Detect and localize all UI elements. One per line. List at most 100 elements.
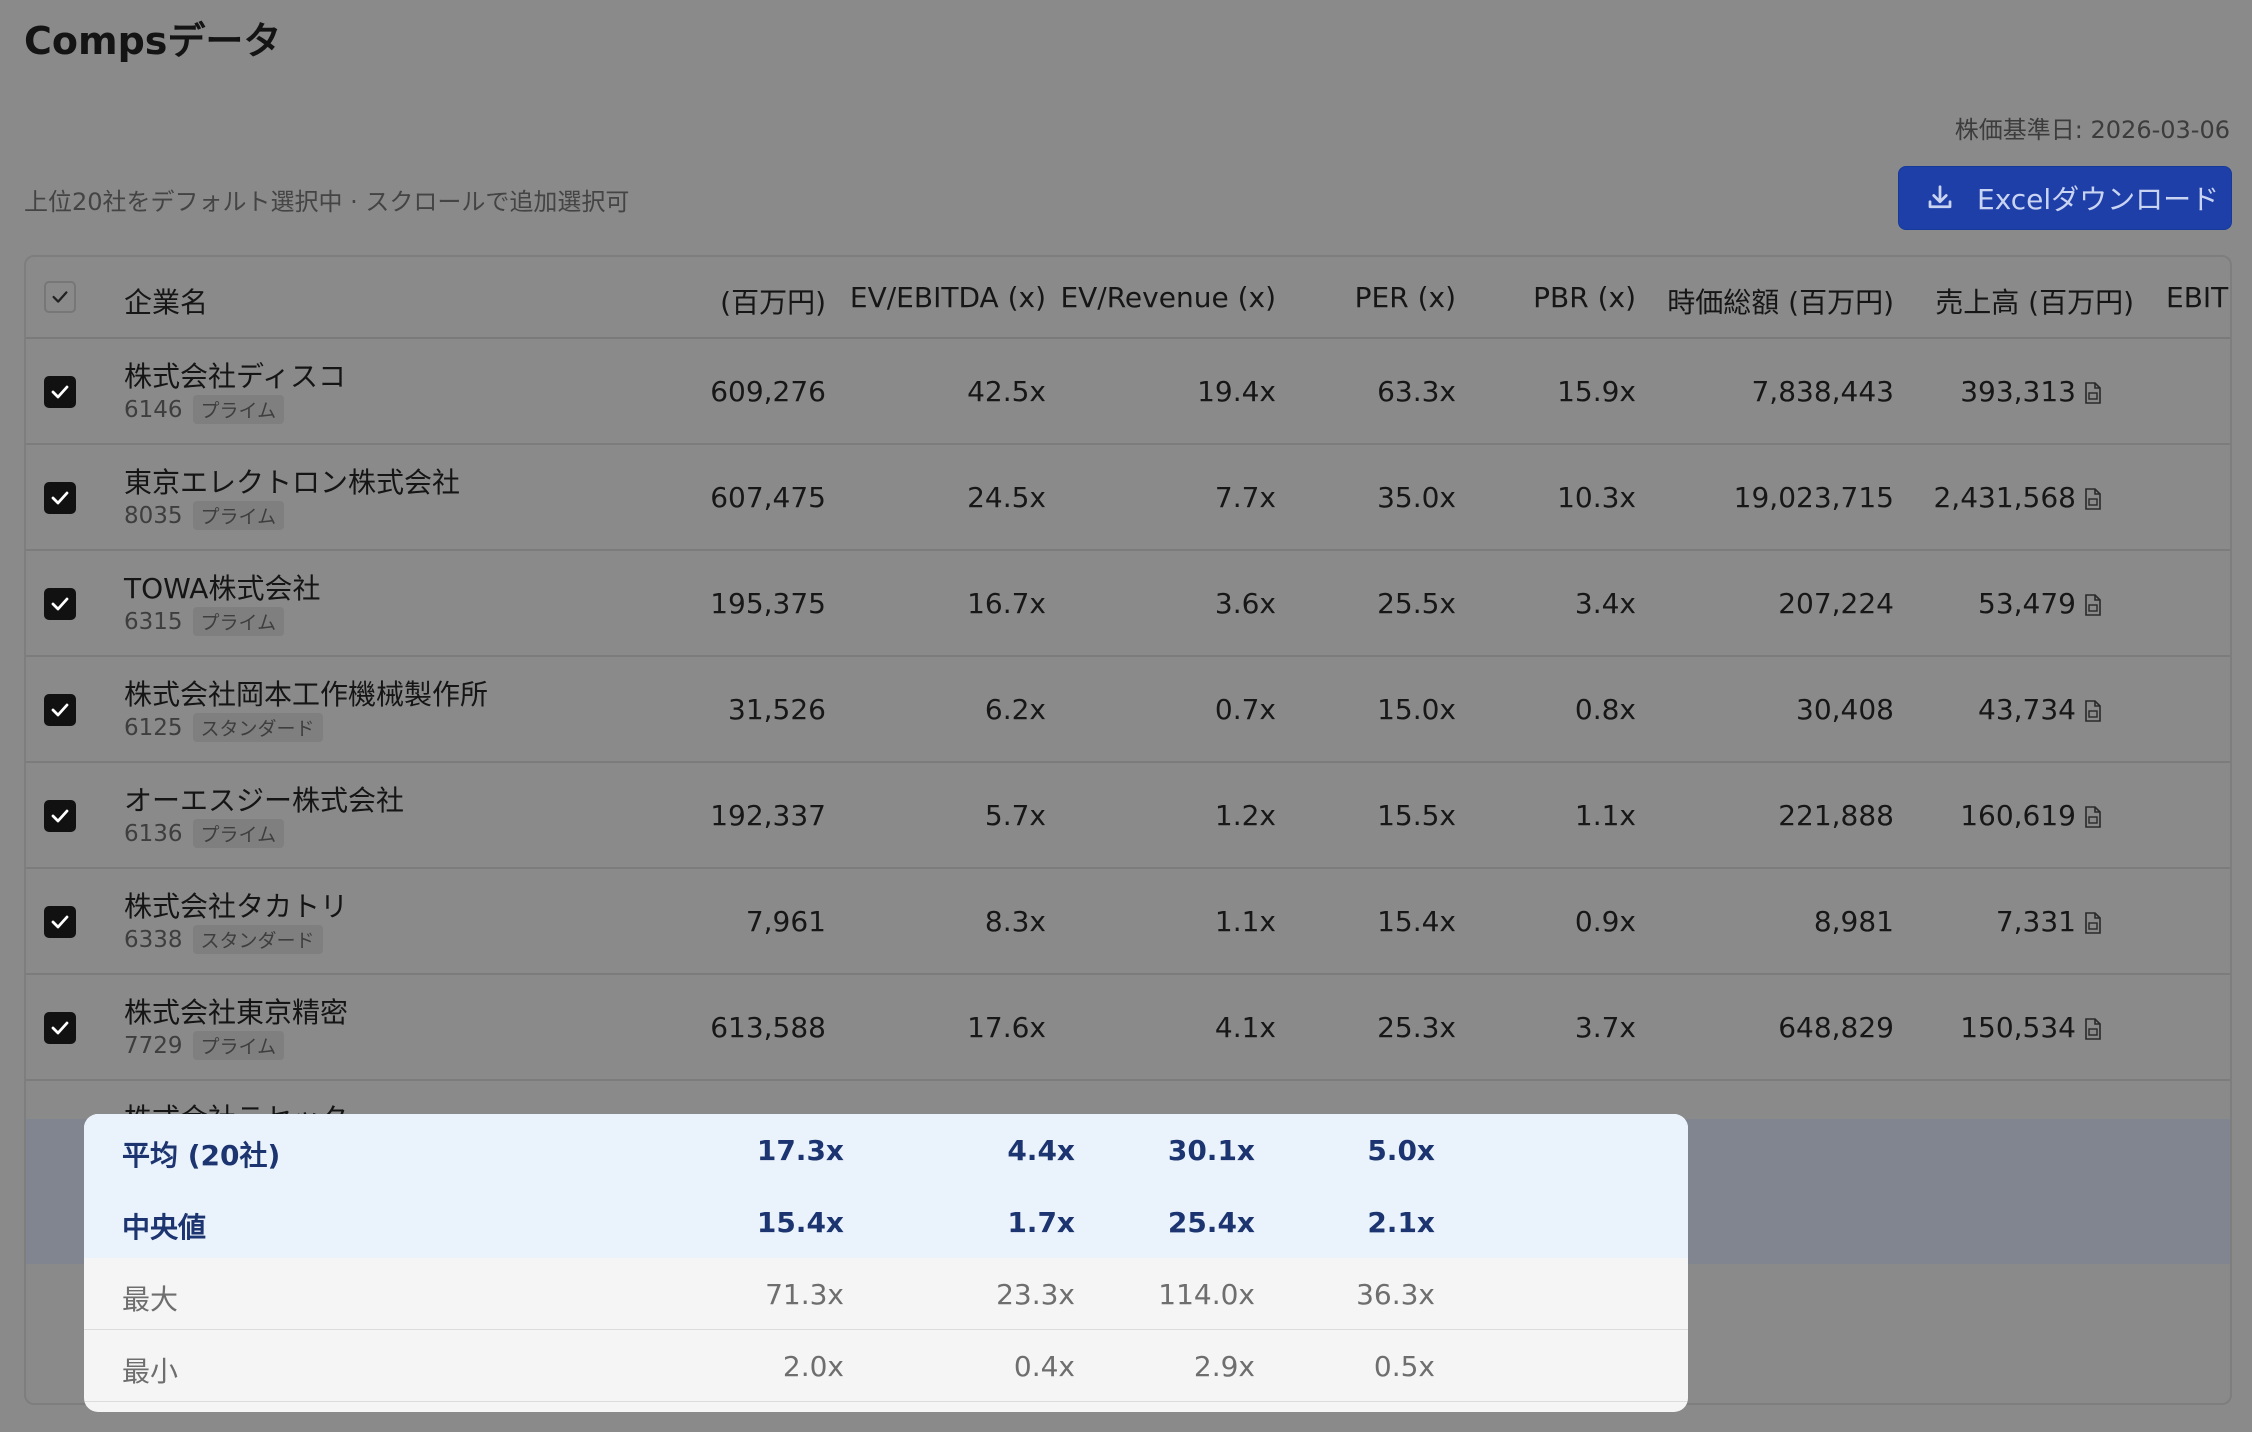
ev-ebitda-value: 8.3x: [826, 905, 1046, 938]
pbr-value: 10.3x: [1456, 481, 1636, 514]
per-value-text: 63.3x: [1377, 375, 1456, 408]
per-value: 25.5x: [1276, 587, 1456, 620]
pbr-value: 1.1x: [1456, 799, 1636, 832]
row-checkbox[interactable]: [44, 694, 76, 726]
company-code: 6125 スタンダード: [124, 713, 323, 742]
per-value-text: 35.0x: [1377, 481, 1456, 514]
price-date: 株価基準日: 2026-03-06: [1954, 116, 2230, 144]
ev-ebitda-value-text: 24.5x: [967, 481, 1046, 514]
header-ev-revenue[interactable]: EV/Revenue (x): [1046, 281, 1276, 314]
excel-download-button[interactable]: Excelダウンロード: [1898, 166, 2232, 230]
document-icon[interactable]: [2084, 382, 2102, 404]
company-name[interactable]: 株式会社東京精密: [124, 991, 348, 1031]
table-row[interactable]: 株式会社ディスコ 6146 プライム 609,276 42.5x 19.4x 63.3x…: [26, 339, 2230, 445]
per-value: 15.5x: [1276, 799, 1456, 832]
revenue-value: 7,331: [1894, 905, 2102, 938]
market-cap-value-text: 7,838,443: [1751, 375, 1894, 408]
ev-value: 7,961: [706, 905, 826, 938]
market-cap-value-text: 221,888: [1778, 799, 1894, 832]
header-per[interactable]: PER (x): [1276, 281, 1456, 314]
company-name[interactable]: TOWA株式会社: [124, 567, 320, 607]
summary-per: 25.4x: [1167, 1206, 1255, 1239]
company-name[interactable]: 東京エレクトロン株式会社: [124, 461, 460, 501]
per-value: 15.0x: [1276, 693, 1456, 726]
per-value: 63.3x: [1276, 375, 1456, 408]
ev-revenue-value: 7.7x: [1046, 481, 1276, 514]
revenue-value-text: 160,619: [1960, 799, 2076, 832]
ticker-code: 6125: [124, 715, 183, 741]
header-pbr[interactable]: PBR (x): [1456, 281, 1636, 314]
row-checkbox[interactable]: [44, 800, 76, 832]
company-name[interactable]: 株式会社タカトリ: [124, 885, 348, 925]
check-icon: [51, 491, 69, 505]
table-row[interactable]: 東京エレクトロン株式会社 8035 プライム 607,475 24.5x 7.7x 35…: [26, 445, 2230, 551]
table-row[interactable]: TOWA株式会社 6315 プライム 195,375 16.7x 3.6x 25.5x 3…: [26, 551, 2230, 657]
table-row[interactable]: 株式会社東京精密 7729 プライム 613,588 17.6x 4.1x 25.3x 3…: [26, 975, 2230, 1081]
ev-value: 192,337: [706, 799, 826, 832]
revenue-value-text: 393,313: [1960, 375, 2076, 408]
summary-pbr: 2.1x: [1367, 1206, 1435, 1239]
ev-ebitda-value: 24.5x: [826, 481, 1046, 514]
ev-value-text: 609,276: [710, 375, 826, 408]
header-market-cap[interactable]: 時価総額 (百万円): [1646, 281, 1894, 321]
row-checkbox[interactable]: [44, 1012, 76, 1044]
summary-ev-ebitda: 15.4x: [756, 1206, 844, 1239]
select-all-checkbox[interactable]: [44, 281, 76, 313]
document-icon[interactable]: [2084, 594, 2102, 616]
document-icon[interactable]: [2084, 488, 2102, 510]
ev-ebitda-value: 6.2x: [826, 693, 1046, 726]
summary-pbr: 0.5x: [1373, 1350, 1435, 1383]
ev-value: 31,526: [706, 693, 826, 726]
document-icon[interactable]: [2084, 806, 2102, 828]
summary-ev-ebitda: 71.3x: [765, 1278, 844, 1311]
header-ebitda[interactable]: EBITI: [2166, 281, 2230, 314]
market-badge: プライム: [192, 501, 285, 530]
company-code: 6338 スタンダード: [124, 925, 323, 954]
market-badge: プライム: [192, 1031, 285, 1060]
ticker-code: 7729: [124, 1033, 183, 1059]
ticker-code: 6136: [124, 821, 183, 847]
pbr-value: 3.7x: [1456, 1011, 1636, 1044]
table-row[interactable]: オーエスジー株式会社 6136 プライム 192,337 5.7x 1.2x 15.5x…: [26, 763, 2230, 869]
pbr-value-text: 15.9x: [1557, 375, 1636, 408]
per-value-text: 15.4x: [1377, 905, 1456, 938]
check-icon: [51, 915, 69, 929]
market-badge: スタンダード: [192, 713, 323, 742]
per-value: 25.3x: [1276, 1011, 1456, 1044]
table-row[interactable]: 株式会社タカトリ 6338 スタンダード 7,961 8.3x 1.1x 15.4x 0.…: [26, 869, 2230, 975]
document-icon[interactable]: [2084, 1018, 2102, 1040]
ev-revenue-value: 0.7x: [1046, 693, 1276, 726]
market-cap-value: 207,224: [1646, 587, 1894, 620]
row-checkbox[interactable]: [44, 376, 76, 408]
company-name[interactable]: 株式会社岡本工作機械製作所: [124, 673, 488, 713]
header-ev-ebitda[interactable]: EV/EBITDA (x): [826, 281, 1046, 314]
market-cap-value: 19,023,715: [1646, 481, 1894, 514]
check-icon: [51, 597, 69, 611]
ev-revenue-value: 1.2x: [1046, 799, 1276, 832]
document-icon[interactable]: [2084, 912, 2102, 934]
summary-ev-ebitda: 17.3x: [756, 1134, 844, 1167]
per-value-text: 25.3x: [1377, 1011, 1456, 1044]
check-icon: [51, 1021, 69, 1035]
company-name[interactable]: オーエスジー株式会社: [124, 779, 404, 819]
company-code: 7729 プライム: [124, 1031, 285, 1060]
row-checkbox[interactable]: [44, 482, 76, 514]
per-value: 35.0x: [1276, 481, 1456, 514]
row-checkbox[interactable]: [44, 588, 76, 620]
company-name[interactable]: 株式会社ディスコ: [124, 355, 346, 395]
ev-ebitda-value: 42.5x: [826, 375, 1046, 408]
document-icon[interactable]: [2084, 700, 2102, 722]
ev-value-text: 31,526: [728, 693, 826, 726]
summary-row-max: 最大 71.3x 23.3x 114.0x 36.3x: [84, 1258, 1688, 1330]
table-row[interactable]: 株式会社岡本工作機械製作所 6125 スタンダード 31,526 6.2x 0.7x 1…: [26, 657, 2230, 763]
summary-label: 最大: [122, 1283, 179, 1316]
ev-value-text: 607,475: [710, 481, 826, 514]
summary-label: 中央値: [122, 1211, 207, 1244]
market-cap-value-text: 19,023,715: [1733, 481, 1894, 514]
row-checkbox[interactable]: [44, 906, 76, 938]
header-revenue[interactable]: 売上高 (百万円): [1894, 281, 2134, 321]
header-company[interactable]: 企業名: [124, 281, 208, 321]
ev-revenue-value: 4.1x: [1046, 1011, 1276, 1044]
market-cap-value: 7,838,443: [1646, 375, 1894, 408]
header-ev[interactable]: (百万円): [706, 281, 826, 321]
